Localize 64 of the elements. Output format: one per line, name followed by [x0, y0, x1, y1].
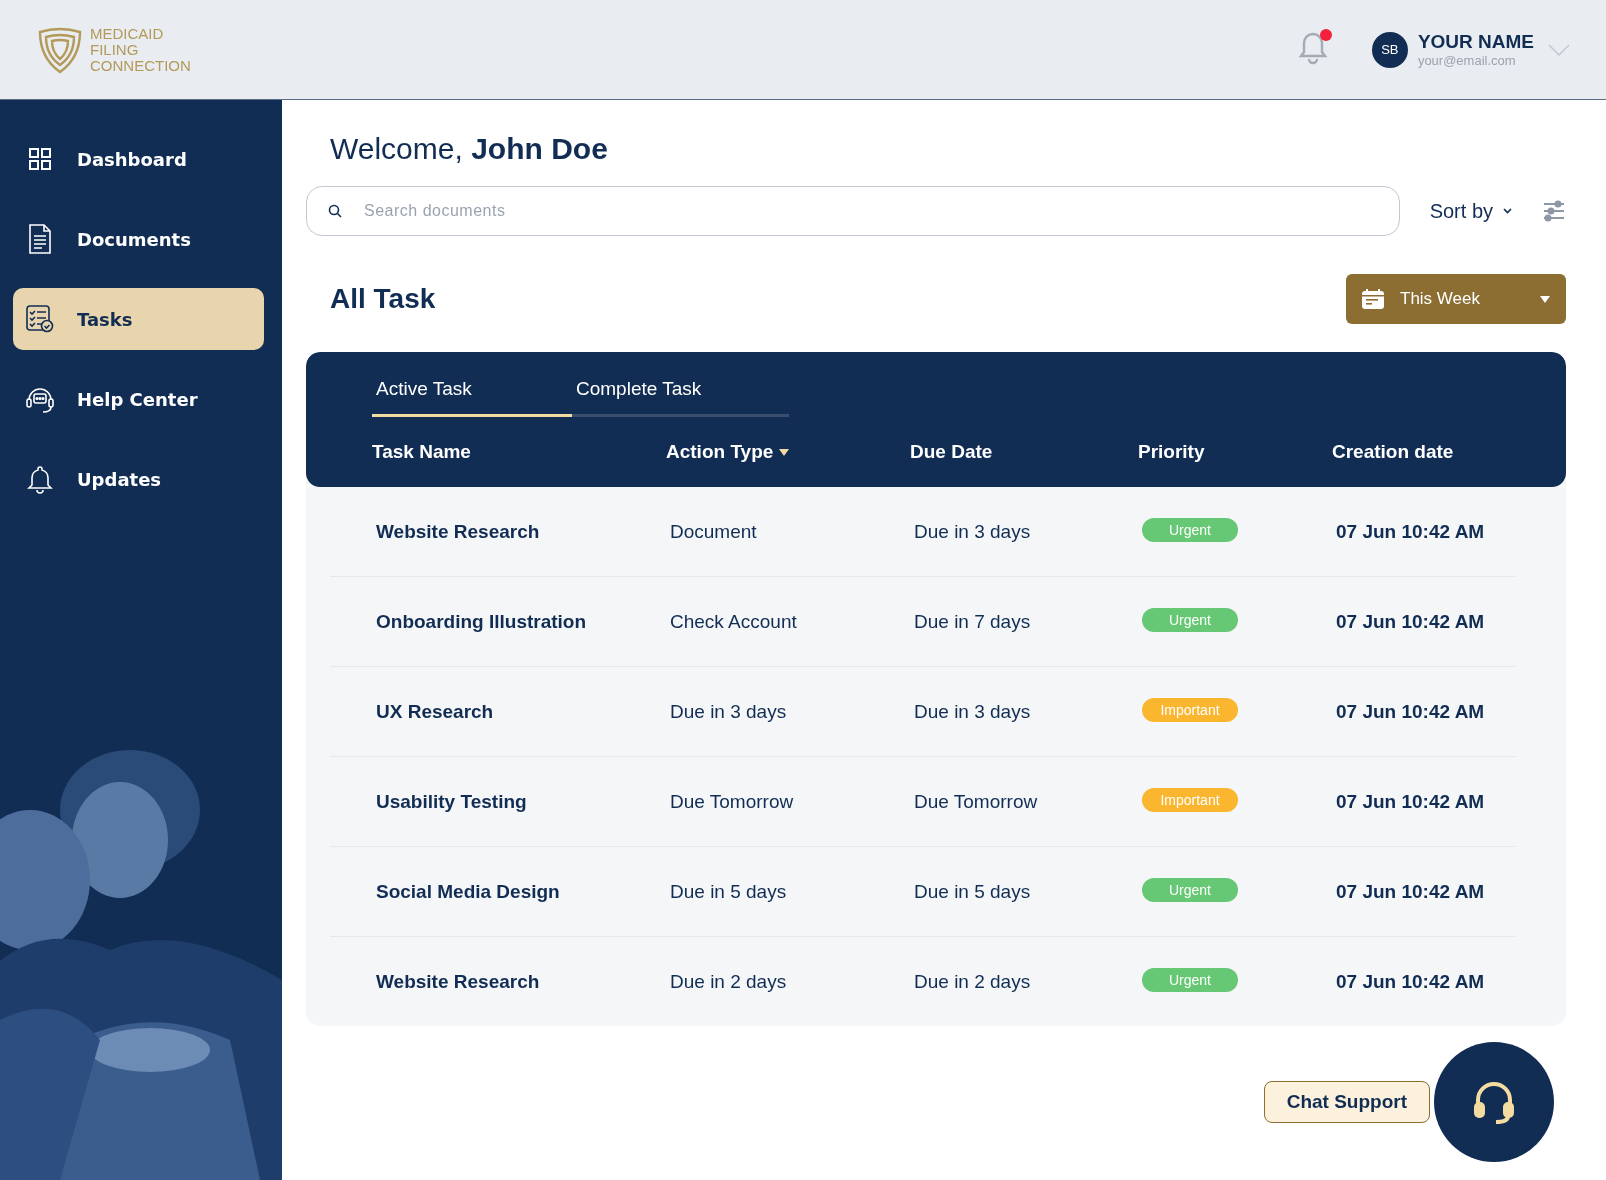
table-cell-text: Due in 3 days	[670, 700, 788, 723]
sort-button[interactable]: Sort by	[1417, 199, 1524, 223]
logo-text: MEDICAID FILING CONNECTION	[90, 25, 191, 74]
table-cell-text: Onboarding Illustration	[376, 610, 588, 633]
column-header: Creation date	[1332, 441, 1454, 463]
table-cell-text: UX Research	[376, 700, 495, 723]
sidebar-item[interactable]: Dashboard	[13, 128, 264, 190]
sidebar-item[interactable]: Tasks	[13, 288, 264, 350]
user-avatar[interactable]: SB	[1371, 31, 1408, 68]
table-cell-text: 07 Jun 10:42 AM	[1336, 610, 1486, 633]
column-header: Task Name	[372, 441, 471, 463]
user-name: YOUR NAME	[1417, 31, 1534, 53]
table-cell-text: Due Tomorrow	[670, 790, 795, 813]
column-header[interactable]: Action Type	[666, 441, 774, 463]
priority-badge: Important	[1142, 697, 1238, 722]
table-cell-text: Due in 3 days	[914, 520, 1032, 543]
table-cell-text: Due in 5 days	[914, 880, 1032, 903]
table-cell-text: Social Media Design	[376, 880, 561, 903]
table-cell-text: Usability Testing	[376, 790, 528, 813]
tab[interactable]: Complete Task	[572, 372, 706, 417]
table-cell-text: 07 Jun 10:42 AM	[1336, 700, 1486, 723]
table-cell-text: Due in 2 days	[914, 970, 1032, 993]
filter-sliders-icon[interactable]	[1542, 199, 1566, 223]
user-email: your@email.com	[1417, 53, 1517, 68]
chevron-down-icon	[1503, 208, 1512, 214]
table-cell-text: 07 Jun 10:42 AM	[1336, 520, 1486, 543]
column-header: Priority	[1138, 441, 1205, 463]
table-cell-text: Website Research	[376, 520, 541, 543]
priority-badge: Urgent	[1142, 517, 1238, 542]
table-cell-text: Due in 2 days	[670, 970, 788, 993]
priority-badge: Urgent	[1142, 607, 1238, 632]
sidebar-item[interactable]: Help Center	[13, 368, 264, 430]
table-cell-text: Check Account	[670, 610, 798, 633]
table-cell-text: 07 Jun 10:42 AM	[1336, 880, 1486, 903]
priority-badge: Urgent	[1142, 967, 1238, 992]
sort-caret-icon[interactable]	[779, 448, 790, 456]
calendar-icon	[1362, 289, 1384, 309]
search-icon	[328, 204, 342, 218]
table-cell-text: Document	[670, 520, 758, 543]
table-cell-text: Website Research	[376, 970, 541, 993]
welcome-heading: Welcome, John Doe	[330, 132, 609, 166]
tab[interactable]: Active Task	[372, 372, 572, 417]
column-header: Due Date	[910, 441, 993, 463]
priority-badge: Urgent	[1142, 877, 1238, 902]
sidebar-item[interactable]: Updates	[13, 448, 264, 510]
search-field[interactable]: Search documents	[306, 186, 1400, 236]
document-icon	[28, 224, 52, 254]
chat-support-button[interactable]: Chat Support	[1263, 1081, 1430, 1123]
table-cell-text: Due in 3 days	[914, 700, 1032, 723]
period-dropdown[interactable]: This Week	[1346, 274, 1566, 324]
caret-down-icon	[1540, 295, 1550, 303]
table-cell-text: Due in 7 days	[914, 610, 1032, 633]
priority-badge: Important	[1142, 787, 1238, 812]
grid-icon	[28, 147, 52, 171]
table-cell-text: Due in 5 days	[670, 880, 788, 903]
table-cell-text: Due Tomorrow	[914, 790, 1039, 813]
page-title: All Task	[330, 283, 436, 315]
table-cell-text: 07 Jun 10:42 AM	[1336, 970, 1486, 993]
table-cell-text: 07 Jun 10:42 AM	[1336, 790, 1486, 813]
checklist-icon	[26, 305, 54, 333]
notification-bell-icon[interactable]	[1297, 30, 1328, 65]
shield-logo-icon	[36, 25, 84, 74]
bell-icon	[25, 464, 55, 494]
sidebar-item[interactable]: Documents	[13, 208, 264, 270]
